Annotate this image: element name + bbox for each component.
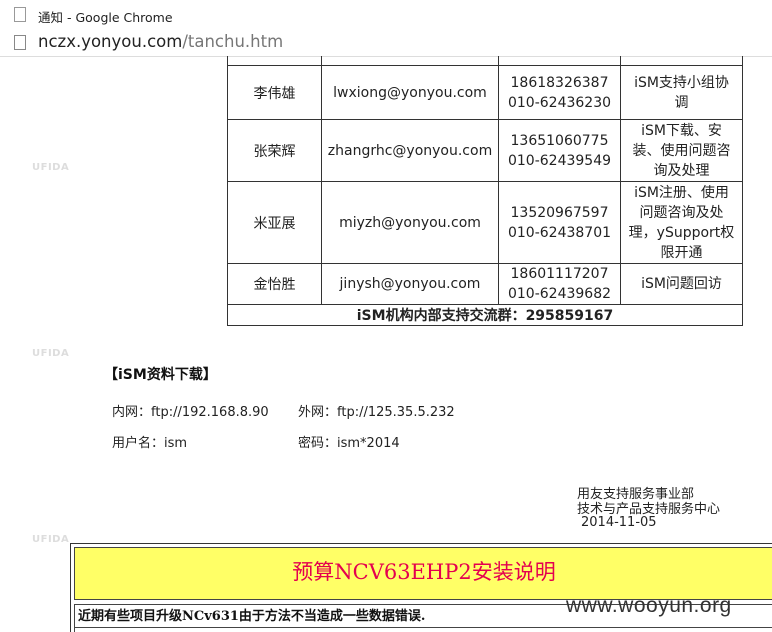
table-row: 李伟雄 lwxiong@yonyou.com 18618326387 010-6…	[227, 65, 743, 120]
duty-line: iSM问题回访	[641, 276, 722, 292]
cell-email[interactable]: lwxiong@yonyou.com	[321, 65, 499, 120]
extranet-ftp: 外网：ftp://125.35.5.232	[298, 405, 455, 420]
wooyun-logo: www.wooyun.org	[566, 594, 732, 617]
duty-line: iSM支持小组协	[634, 74, 729, 91]
cell-duty: iSM支持小组协 调	[620, 65, 743, 120]
address-bar[interactable]: nczx.yonyou.com/tanchu.htm	[0, 30, 772, 57]
column-header: 邮件	[321, 56, 499, 66]
url-text[interactable]: nczx.yonyou.com/tanchu.htm	[38, 32, 283, 51]
duty-line: 询及处理	[653, 162, 710, 179]
column-header: 姓名	[227, 56, 322, 66]
phone-office: 010-62438701	[507, 224, 612, 241]
password: 密码：ism*2014	[298, 436, 400, 451]
column-header: 职责	[620, 56, 743, 66]
phone-mobile: 18601117207	[510, 266, 609, 282]
download-title: 【iSM资料下载】	[104, 367, 217, 383]
cell-name: 李伟雄	[227, 65, 322, 120]
notice-title: 预算NCV63EHP2安装说明	[292, 560, 556, 584]
cell-duty: iSM下载、安 装、使用问题咨 询及处理	[620, 119, 743, 182]
table-footer-row: iSM机构内部支持交流群：295859167	[227, 304, 743, 326]
duty-line: 限开通	[660, 244, 703, 261]
cell-phone: 18601117207 010-62439682	[498, 263, 621, 305]
cell-duty: iSM问题回访	[620, 263, 743, 305]
intranet-ftp: 内网：ftp://192.168.8.90	[112, 405, 269, 420]
window-title: 通知 - Google Chrome	[38, 10, 173, 25]
support-group: iSM机构内部支持交流群：295859167	[227, 304, 743, 326]
duty-line: 问题咨询及处	[639, 204, 724, 221]
page-content: UFIDA UFIDA UFIDA 姓名 邮件 电话 职责 李伟雄 lwxion…	[0, 56, 772, 632]
cell-phone: 13520967597 010-62438701	[498, 181, 621, 264]
cell-email[interactable]: jinysh@yonyou.com	[321, 263, 499, 305]
duty-line: 理，ySupport权	[628, 224, 735, 241]
duty-line: iSM下载、安	[641, 122, 722, 139]
phone-mobile: 18618326387	[510, 74, 609, 91]
phone-mobile: 13651060775	[510, 132, 609, 149]
watermark: UFIDA	[32, 348, 70, 359]
table-row: 米亚展 miyzh@yonyou.com 13520967597 010-624…	[227, 181, 743, 264]
cell-phone: 18618326387 010-62436230	[498, 65, 621, 120]
cell-email[interactable]: miyzh@yonyou.com	[321, 181, 499, 264]
table-row: 张荣辉 zhangrhc@yonyou.com 13651060775 010-…	[227, 119, 743, 182]
username: 用户名：ism	[112, 436, 188, 451]
signature-date: 2014-11-05	[581, 515, 657, 530]
watermark: UFIDA	[32, 162, 70, 173]
cell-name: 张荣辉	[227, 119, 322, 182]
duty-line: 装、使用问题咨	[632, 142, 731, 159]
url-path: /tanchu.htm	[182, 32, 284, 51]
cell-name: 金怡胜	[227, 263, 322, 305]
table-header-row: 姓名 邮件 电话 职责	[227, 56, 743, 66]
url-host: nczx.yonyou.com	[38, 32, 183, 51]
watermark: UFIDA	[32, 534, 70, 545]
duty-line: 调	[674, 94, 689, 111]
notice-row	[74, 628, 772, 632]
column-header: 电话	[498, 56, 621, 66]
browser-titlebar: 通知 - Google Chrome	[0, 0, 772, 30]
phone-office: 010-62439682	[507, 286, 612, 302]
phone-mobile: 13520967597	[510, 204, 609, 221]
phone-office: 010-62436230	[507, 94, 612, 111]
duty-line: iSM注册、使用	[634, 184, 729, 201]
page-icon	[14, 35, 26, 50]
page-icon	[14, 7, 26, 22]
cell-phone: 13651060775 010-62439549	[498, 119, 621, 182]
cell-email[interactable]: zhangrhc@yonyou.com	[321, 119, 499, 182]
phone-office: 010-62439549	[507, 152, 612, 169]
cell-name: 米亚展	[227, 181, 322, 264]
contacts-table: 姓名 邮件 电话 职责 李伟雄 lwxiong@yonyou.com 18618…	[227, 56, 743, 326]
cell-duty: iSM注册、使用 问题咨询及处 理，ySupport权 限开通	[620, 181, 743, 264]
table-row: 金怡胜 jinysh@yonyou.com 18601117207 010-62…	[227, 263, 743, 305]
